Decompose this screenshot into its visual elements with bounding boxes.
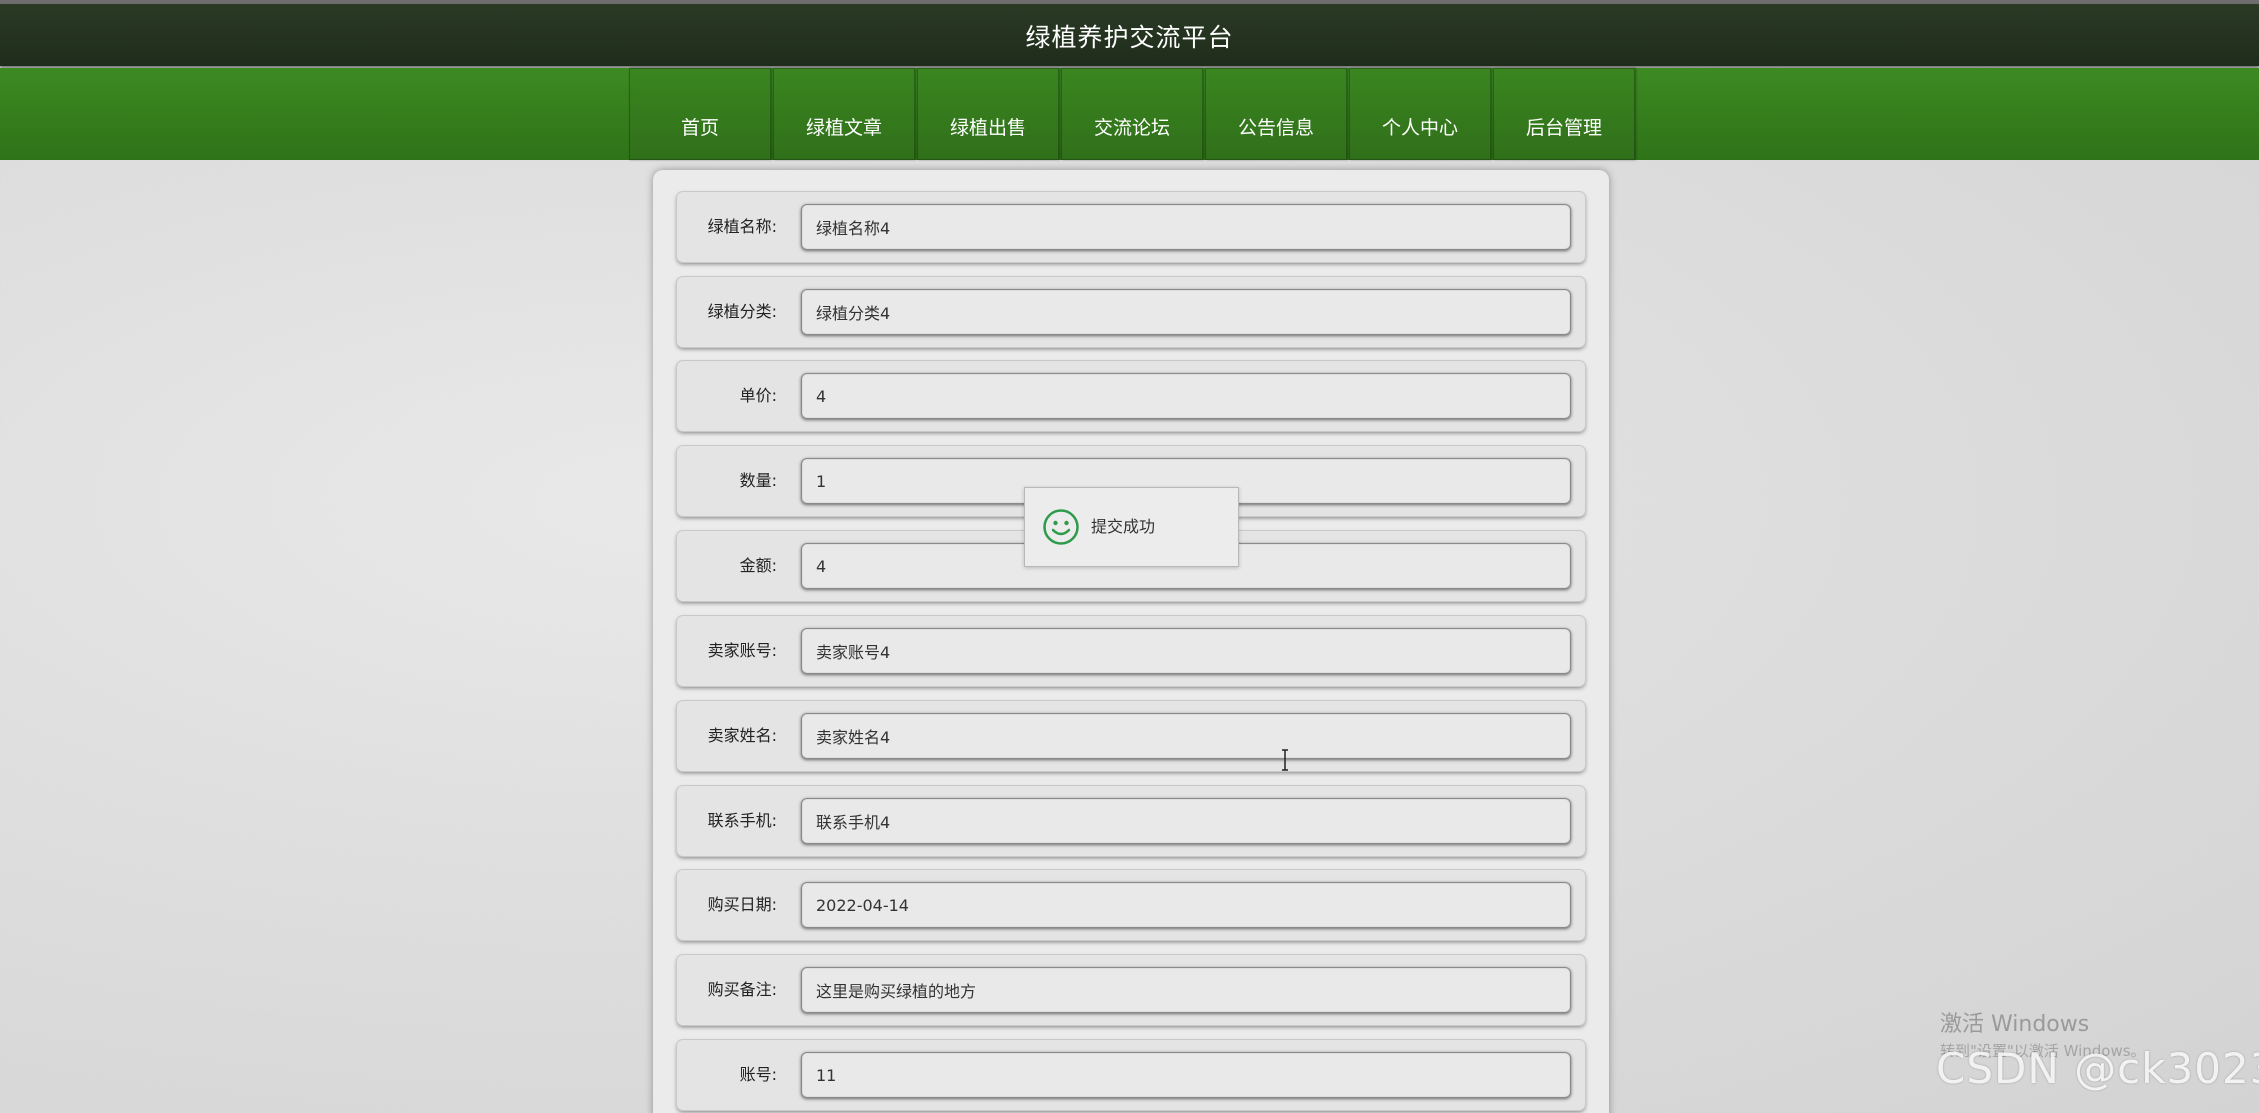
unit-price-label: 单价:: [739, 386, 777, 405]
form-row-account: 账号:: [677, 1040, 1585, 1110]
smile-icon: [1042, 508, 1080, 550]
main-nav-bar: 首页 绿植文章 绿植出售 交流论坛 公告信息 个人中心 后台管理: [0, 68, 2259, 160]
plant-category-input[interactable]: [801, 289, 1571, 335]
form-row-contact-phone: 联系手机:: [677, 786, 1585, 856]
purchase-note-label: 购买备注:: [707, 980, 777, 999]
purchase-date-label: 购买日期:: [707, 895, 777, 914]
plant-name-label: 绿植名称:: [707, 217, 777, 236]
site-title: 绿植养护交流平台: [1025, 23, 1234, 52]
quantity-label: 数量:: [739, 471, 777, 490]
csdn-watermark: CSDN @ck3023: [1936, 1044, 2259, 1093]
plant-category-label: 绿植分类:: [707, 302, 777, 321]
seller-name-label: 卖家姓名:: [707, 726, 777, 745]
nav-item-announcements[interactable]: 公告信息: [1205, 68, 1347, 160]
account-input[interactable]: [801, 1052, 1571, 1098]
purchase-note-input[interactable]: [801, 967, 1571, 1013]
nav-item-plant-sales[interactable]: 绿植出售: [917, 68, 1059, 160]
nav-item-personal-center[interactable]: 个人中心: [1349, 68, 1491, 160]
nav-item-admin[interactable]: 后台管理: [1493, 68, 1635, 160]
plant-name-input[interactable]: [801, 204, 1571, 250]
nav-item-plant-articles[interactable]: 绿植文章: [773, 68, 915, 160]
success-toast: 提交成功: [1024, 487, 1239, 567]
toast-message: 提交成功: [1091, 517, 1156, 536]
amount-label: 金额:: [739, 556, 777, 575]
nav-item-home[interactable]: 首页: [629, 68, 771, 160]
windows-activation-title: 激活 Windows: [1940, 1012, 2090, 1037]
purchase-form-panel: 绿植名称: 绿植分类: 单价: 数量: 金额: 卖家账号: 卖家姓名: 联系手机…: [653, 170, 1609, 1113]
purchase-date-input[interactable]: [801, 882, 1571, 928]
form-row-plant-name: 绿植名称:: [677, 192, 1585, 262]
site-header: 绿植养护交流平台: [0, 4, 2259, 66]
contact-phone-input[interactable]: [801, 798, 1571, 844]
text-cursor-icon: [1280, 749, 1290, 775]
form-row-purchase-note: 购买备注:: [677, 955, 1585, 1025]
form-row-plant-category: 绿植分类:: [677, 277, 1585, 347]
main-nav: 首页 绿植文章 绿植出售 交流论坛 公告信息 个人中心 后台管理: [629, 68, 1637, 160]
seller-name-input[interactable]: [801, 713, 1571, 759]
form-row-seller-name: 卖家姓名:: [677, 701, 1585, 771]
unit-price-input[interactable]: [801, 373, 1571, 419]
form-row-unit-price: 单价:: [677, 361, 1585, 431]
form-row-seller-account: 卖家账号:: [677, 616, 1585, 686]
account-label: 账号:: [739, 1065, 777, 1084]
contact-phone-label: 联系手机:: [707, 811, 777, 830]
seller-account-input[interactable]: [801, 628, 1571, 674]
nav-item-forum[interactable]: 交流论坛: [1061, 68, 1203, 160]
seller-account-label: 卖家账号:: [707, 641, 777, 660]
form-row-purchase-date: 购买日期:: [677, 870, 1585, 940]
